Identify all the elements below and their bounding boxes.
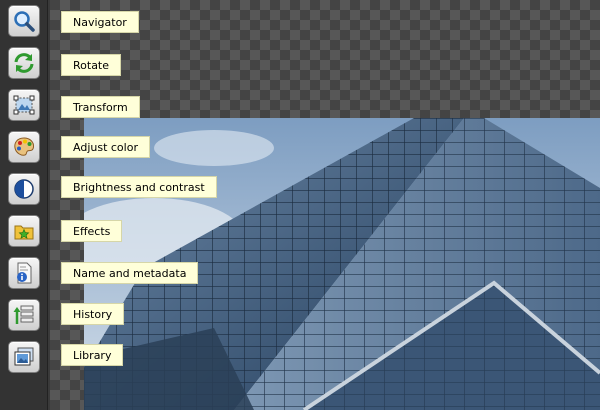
tooltip-brightness-contrast: Brightness and contrast bbox=[61, 176, 217, 198]
tooltip-rotate: Rotate bbox=[61, 54, 122, 76]
tool-sidebar bbox=[0, 0, 48, 410]
contrast-circle-icon bbox=[14, 179, 34, 199]
brightness-contrast-button[interactable] bbox=[8, 173, 40, 205]
navigator-button[interactable] bbox=[8, 5, 40, 37]
rotate-arrows-icon bbox=[14, 53, 34, 73]
effects-button[interactable] bbox=[8, 215, 40, 247]
tooltip-history: History bbox=[61, 303, 125, 325]
name-metadata-button[interactable] bbox=[8, 257, 40, 289]
history-list-icon bbox=[13, 305, 34, 324]
magnifier-icon bbox=[14, 11, 35, 32]
library-button[interactable] bbox=[8, 341, 40, 373]
tooltip-name-metadata: Name and metadata bbox=[61, 262, 199, 284]
color-palette-icon bbox=[14, 137, 35, 156]
tooltip-library: Library bbox=[61, 344, 124, 366]
tooltip-navigator: Navigator bbox=[61, 11, 139, 33]
picture-library-icon bbox=[14, 347, 34, 366]
star-folder-icon bbox=[14, 225, 34, 240]
history-button[interactable] bbox=[8, 299, 40, 331]
tooltip-adjust-color: Adjust color bbox=[61, 136, 150, 158]
transform-frame-icon bbox=[13, 95, 35, 115]
info-document-icon bbox=[17, 262, 32, 284]
tooltip-transform: Transform bbox=[61, 96, 140, 118]
tooltip-effects: Effects bbox=[61, 220, 123, 242]
rotate-button[interactable] bbox=[8, 47, 40, 79]
adjust-color-button[interactable] bbox=[8, 131, 40, 163]
transform-button[interactable] bbox=[8, 89, 40, 121]
